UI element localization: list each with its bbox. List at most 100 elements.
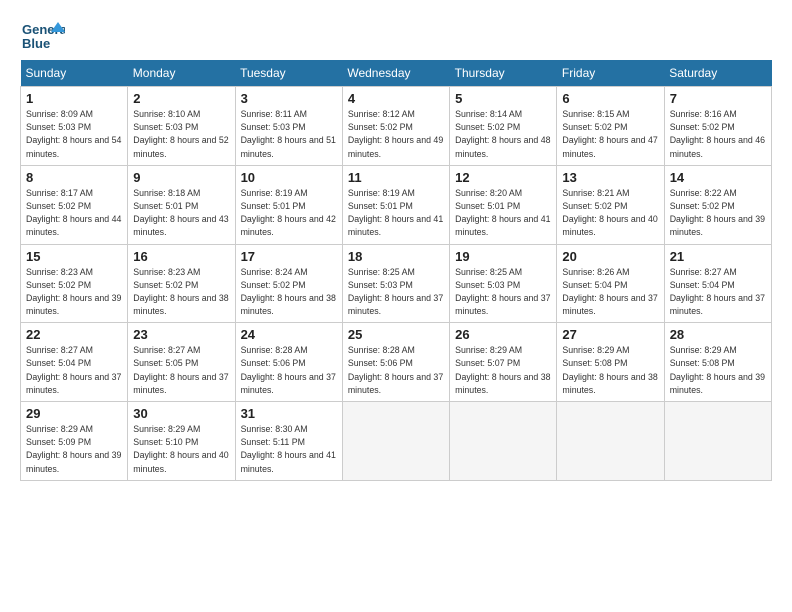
calendar-cell: 8 Sunrise: 8:17 AMSunset: 5:02 PMDayligh…	[21, 165, 128, 244]
cell-content: Sunrise: 8:23 AMSunset: 5:02 PMDaylight:…	[26, 267, 121, 317]
svg-text:Blue: Blue	[22, 36, 50, 51]
logo-icon: General Blue	[20, 18, 60, 48]
calendar-cell: 11 Sunrise: 8:19 AMSunset: 5:01 PMDaylig…	[342, 165, 449, 244]
day-number: 16	[133, 249, 229, 264]
calendar-cell: 28 Sunrise: 8:29 AMSunset: 5:08 PMDaylig…	[664, 323, 771, 402]
cell-content: Sunrise: 8:25 AMSunset: 5:03 PMDaylight:…	[348, 267, 443, 317]
cell-content: Sunrise: 8:23 AMSunset: 5:02 PMDaylight:…	[133, 267, 228, 317]
calendar-cell: 2 Sunrise: 8:10 AMSunset: 5:03 PMDayligh…	[128, 87, 235, 166]
day-number: 2	[133, 91, 229, 106]
calendar-cell: 22 Sunrise: 8:27 AMSunset: 5:04 PMDaylig…	[21, 323, 128, 402]
cell-content: Sunrise: 8:21 AMSunset: 5:02 PMDaylight:…	[562, 188, 657, 238]
week-row-2: 8 Sunrise: 8:17 AMSunset: 5:02 PMDayligh…	[21, 165, 772, 244]
calendar-cell: 16 Sunrise: 8:23 AMSunset: 5:02 PMDaylig…	[128, 244, 235, 323]
day-number: 30	[133, 406, 229, 421]
cell-content: Sunrise: 8:16 AMSunset: 5:02 PMDaylight:…	[670, 109, 765, 159]
calendar-cell: 27 Sunrise: 8:29 AMSunset: 5:08 PMDaylig…	[557, 323, 664, 402]
day-number: 29	[26, 406, 122, 421]
calendar-cell: 13 Sunrise: 8:21 AMSunset: 5:02 PMDaylig…	[557, 165, 664, 244]
day-number: 25	[348, 327, 444, 342]
calendar-table: SundayMondayTuesdayWednesdayThursdayFrid…	[20, 60, 772, 481]
calendar-cell	[342, 402, 449, 481]
calendar-cell: 30 Sunrise: 8:29 AMSunset: 5:10 PMDaylig…	[128, 402, 235, 481]
logo: General Blue	[20, 18, 64, 48]
calendar-cell: 5 Sunrise: 8:14 AMSunset: 5:02 PMDayligh…	[450, 87, 557, 166]
cell-content: Sunrise: 8:25 AMSunset: 5:03 PMDaylight:…	[455, 267, 550, 317]
day-number: 6	[562, 91, 658, 106]
calendar-cell: 18 Sunrise: 8:25 AMSunset: 5:03 PMDaylig…	[342, 244, 449, 323]
day-number: 14	[670, 170, 766, 185]
col-header-friday: Friday	[557, 60, 664, 87]
day-number: 22	[26, 327, 122, 342]
calendar-cell: 14 Sunrise: 8:22 AMSunset: 5:02 PMDaylig…	[664, 165, 771, 244]
col-header-thursday: Thursday	[450, 60, 557, 87]
col-header-monday: Monday	[128, 60, 235, 87]
cell-content: Sunrise: 8:14 AMSunset: 5:02 PMDaylight:…	[455, 109, 550, 159]
day-number: 19	[455, 249, 551, 264]
calendar-cell: 6 Sunrise: 8:15 AMSunset: 5:02 PMDayligh…	[557, 87, 664, 166]
day-number: 9	[133, 170, 229, 185]
col-header-saturday: Saturday	[664, 60, 771, 87]
day-number: 12	[455, 170, 551, 185]
day-number: 5	[455, 91, 551, 106]
day-number: 28	[670, 327, 766, 342]
cell-content: Sunrise: 8:09 AMSunset: 5:03 PMDaylight:…	[26, 109, 121, 159]
calendar-cell: 26 Sunrise: 8:29 AMSunset: 5:07 PMDaylig…	[450, 323, 557, 402]
cell-content: Sunrise: 8:18 AMSunset: 5:01 PMDaylight:…	[133, 188, 228, 238]
day-number: 1	[26, 91, 122, 106]
calendar-cell: 24 Sunrise: 8:28 AMSunset: 5:06 PMDaylig…	[235, 323, 342, 402]
day-number: 23	[133, 327, 229, 342]
day-number: 24	[241, 327, 337, 342]
col-header-sunday: Sunday	[21, 60, 128, 87]
col-header-tuesday: Tuesday	[235, 60, 342, 87]
cell-content: Sunrise: 8:27 AMSunset: 5:04 PMDaylight:…	[670, 267, 765, 317]
cell-content: Sunrise: 8:28 AMSunset: 5:06 PMDaylight:…	[348, 345, 443, 395]
day-number: 11	[348, 170, 444, 185]
cell-content: Sunrise: 8:22 AMSunset: 5:02 PMDaylight:…	[670, 188, 765, 238]
calendar-cell: 9 Sunrise: 8:18 AMSunset: 5:01 PMDayligh…	[128, 165, 235, 244]
day-number: 3	[241, 91, 337, 106]
cell-content: Sunrise: 8:29 AMSunset: 5:08 PMDaylight:…	[670, 345, 765, 395]
calendar-cell: 31 Sunrise: 8:30 AMSunset: 5:11 PMDaylig…	[235, 402, 342, 481]
calendar-cell: 4 Sunrise: 8:12 AMSunset: 5:02 PMDayligh…	[342, 87, 449, 166]
cell-content: Sunrise: 8:29 AMSunset: 5:09 PMDaylight:…	[26, 424, 121, 474]
day-number: 4	[348, 91, 444, 106]
cell-content: Sunrise: 8:27 AMSunset: 5:04 PMDaylight:…	[26, 345, 121, 395]
cell-content: Sunrise: 8:20 AMSunset: 5:01 PMDaylight:…	[455, 188, 550, 238]
cell-content: Sunrise: 8:29 AMSunset: 5:07 PMDaylight:…	[455, 345, 550, 395]
calendar-cell: 12 Sunrise: 8:20 AMSunset: 5:01 PMDaylig…	[450, 165, 557, 244]
calendar-cell: 21 Sunrise: 8:27 AMSunset: 5:04 PMDaylig…	[664, 244, 771, 323]
cell-content: Sunrise: 8:30 AMSunset: 5:11 PMDaylight:…	[241, 424, 336, 474]
cell-content: Sunrise: 8:26 AMSunset: 5:04 PMDaylight:…	[562, 267, 657, 317]
cell-content: Sunrise: 8:15 AMSunset: 5:02 PMDaylight:…	[562, 109, 657, 159]
cell-content: Sunrise: 8:17 AMSunset: 5:02 PMDaylight:…	[26, 188, 121, 238]
calendar-cell	[664, 402, 771, 481]
week-row-1: 1 Sunrise: 8:09 AMSunset: 5:03 PMDayligh…	[21, 87, 772, 166]
day-number: 31	[241, 406, 337, 421]
day-number: 17	[241, 249, 337, 264]
calendar-cell: 20 Sunrise: 8:26 AMSunset: 5:04 PMDaylig…	[557, 244, 664, 323]
calendar-cell	[557, 402, 664, 481]
day-number: 7	[670, 91, 766, 106]
day-number: 21	[670, 249, 766, 264]
cell-content: Sunrise: 8:24 AMSunset: 5:02 PMDaylight:…	[241, 267, 336, 317]
calendar-cell: 1 Sunrise: 8:09 AMSunset: 5:03 PMDayligh…	[21, 87, 128, 166]
day-number: 15	[26, 249, 122, 264]
cell-content: Sunrise: 8:19 AMSunset: 5:01 PMDaylight:…	[241, 188, 336, 238]
day-number: 26	[455, 327, 551, 342]
cell-content: Sunrise: 8:27 AMSunset: 5:05 PMDaylight:…	[133, 345, 228, 395]
week-row-5: 29 Sunrise: 8:29 AMSunset: 5:09 PMDaylig…	[21, 402, 772, 481]
cell-content: Sunrise: 8:19 AMSunset: 5:01 PMDaylight:…	[348, 188, 443, 238]
calendar-cell: 3 Sunrise: 8:11 AMSunset: 5:03 PMDayligh…	[235, 87, 342, 166]
day-number: 13	[562, 170, 658, 185]
calendar-cell: 25 Sunrise: 8:28 AMSunset: 5:06 PMDaylig…	[342, 323, 449, 402]
cell-content: Sunrise: 8:10 AMSunset: 5:03 PMDaylight:…	[133, 109, 228, 159]
calendar-cell: 17 Sunrise: 8:24 AMSunset: 5:02 PMDaylig…	[235, 244, 342, 323]
calendar-cell: 23 Sunrise: 8:27 AMSunset: 5:05 PMDaylig…	[128, 323, 235, 402]
day-number: 20	[562, 249, 658, 264]
cell-content: Sunrise: 8:28 AMSunset: 5:06 PMDaylight:…	[241, 345, 336, 395]
day-number: 10	[241, 170, 337, 185]
col-header-wednesday: Wednesday	[342, 60, 449, 87]
day-number: 8	[26, 170, 122, 185]
calendar-cell: 15 Sunrise: 8:23 AMSunset: 5:02 PMDaylig…	[21, 244, 128, 323]
